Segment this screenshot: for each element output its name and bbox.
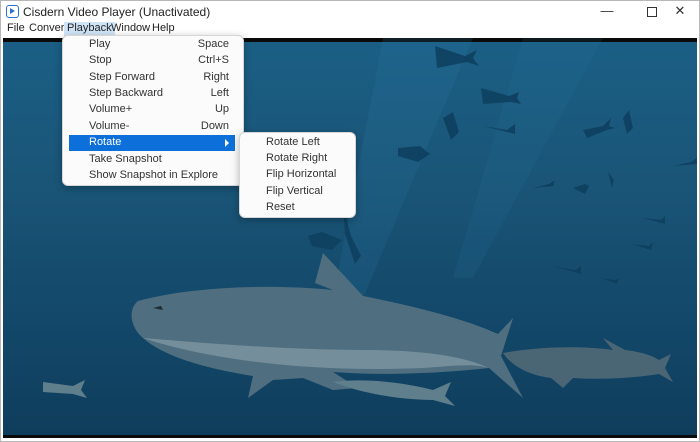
menu-item-shortcut: Left bbox=[210, 87, 229, 99]
menu-item-label: Show Snapshot in Explore bbox=[89, 169, 219, 181]
playback-menu: Play Space Stop Ctrl+S Step Forward Righ… bbox=[62, 35, 244, 186]
menu-item-label: Rotate bbox=[89, 136, 122, 148]
menu-item-step-backward[interactable]: Step Backward Left bbox=[69, 86, 235, 102]
menu-item-reset[interactable]: Reset bbox=[246, 200, 349, 216]
menu-item-flip-vertical[interactable]: Flip Vertical bbox=[246, 184, 349, 200]
menu-item-label: Flip Vertical bbox=[266, 185, 323, 197]
window-title: Cisdern Video Player (Unactivated) bbox=[23, 5, 211, 19]
menu-item-label: Flip Horizontal bbox=[266, 168, 337, 180]
play-icon bbox=[6, 5, 19, 18]
menu-item-shortcut: Up bbox=[214, 103, 229, 115]
menu-item-label: Rotate Left bbox=[266, 136, 320, 148]
menu-item-rotate-left[interactable]: Rotate Left bbox=[246, 135, 349, 151]
chevron-right-icon bbox=[225, 139, 229, 147]
menu-item-play[interactable]: Play Space bbox=[69, 37, 235, 53]
menu-item-stop[interactable]: Stop Ctrl+S bbox=[69, 53, 235, 69]
menu-item-step-forward[interactable]: Step Forward Right bbox=[69, 70, 235, 86]
menu-item-label: Volume- bbox=[89, 120, 130, 132]
menu-item-label: Play bbox=[89, 38, 111, 50]
video-letterbox-bottom bbox=[3, 435, 697, 438]
menu-item-label: Stop bbox=[89, 54, 112, 66]
menu-item-shortcut: Space bbox=[197, 38, 229, 50]
rotate-submenu: Rotate Left Rotate Right Flip Horizontal… bbox=[239, 132, 356, 218]
minimize-button[interactable]: — bbox=[584, 1, 630, 23]
menu-item-label: Step Forward bbox=[89, 71, 156, 83]
menu-item-shortcut: Down bbox=[200, 120, 229, 132]
menu-item-volume-up[interactable]: Volume+ Up bbox=[69, 102, 235, 118]
menu-item-label: Step Backward bbox=[89, 87, 163, 99]
maximize-icon bbox=[647, 7, 657, 17]
menu-item-label: Rotate Right bbox=[266, 152, 328, 164]
title-bar[interactable]: Cisdern Video Player (Unactivated) — ✕ bbox=[1, 1, 699, 23]
menu-item-take-snapshot[interactable]: Take Snapshot bbox=[69, 152, 235, 168]
menu-item-shortcut: Right bbox=[203, 71, 229, 83]
menu-item-label: Volume+ bbox=[89, 103, 133, 115]
menu-item-shortcut: Ctrl+S bbox=[198, 54, 229, 66]
menu-item-rotate-right[interactable]: Rotate Right bbox=[246, 151, 349, 167]
menu-item-show-snapshot[interactable]: Show Snapshot in Explore bbox=[69, 168, 235, 184]
menu-item-rotate[interactable]: Rotate bbox=[69, 135, 235, 151]
menu-file[interactable]: File bbox=[4, 22, 28, 37]
menu-item-volume-down[interactable]: Volume- Down bbox=[69, 119, 235, 135]
menu-item-flip-horizontal[interactable]: Flip Horizontal bbox=[246, 167, 349, 183]
close-button[interactable]: ✕ bbox=[660, 1, 699, 23]
menu-item-label: Take Snapshot bbox=[89, 153, 162, 165]
menu-item-label: Reset bbox=[266, 201, 295, 213]
